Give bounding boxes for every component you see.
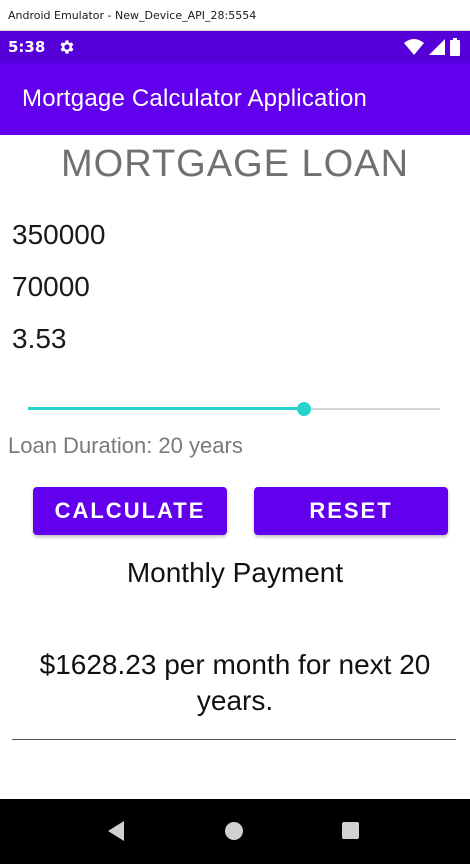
reset-button[interactable]: RESET xyxy=(254,487,448,535)
down-payment-input[interactable]: 70000 xyxy=(12,271,90,303)
divider xyxy=(12,739,456,740)
page-title: MORTGAGE LOAN xyxy=(60,143,410,185)
signal-icon xyxy=(429,39,445,55)
status-icons xyxy=(404,37,460,57)
home-icon[interactable] xyxy=(225,822,243,840)
emulator-window-title: Android Emulator - New_Device_API_28:555… xyxy=(0,0,470,31)
back-icon[interactable] xyxy=(108,821,124,841)
status-time: 5:38 xyxy=(8,38,46,56)
recents-icon[interactable] xyxy=(342,822,359,839)
battery-icon xyxy=(450,38,460,56)
monthly-payment-result: $1628.23 per month for next 20 years. xyxy=(39,649,431,716)
device-screen: 5:38 Mortgage Calculator Application MOR… xyxy=(0,31,470,864)
calculate-button[interactable]: CALCULATE xyxy=(33,487,227,535)
navigation-bar xyxy=(0,799,470,864)
status-bar: 5:38 xyxy=(0,31,470,63)
interest-rate-input[interactable]: 3.53 xyxy=(12,323,67,355)
app-bar-title: Mortgage Calculator Application xyxy=(0,63,470,135)
loan-amount-input[interactable]: 350000 xyxy=(12,219,105,251)
gear-icon xyxy=(60,40,74,54)
loan-duration-label: Loan Duration: 20 years xyxy=(8,433,243,458)
slider-thumb[interactable] xyxy=(297,402,312,416)
loan-duration-slider[interactable] xyxy=(28,402,440,416)
slider-fill xyxy=(28,407,305,410)
wifi-icon xyxy=(404,39,424,55)
monthly-payment-heading: Monthly Payment xyxy=(126,557,344,588)
